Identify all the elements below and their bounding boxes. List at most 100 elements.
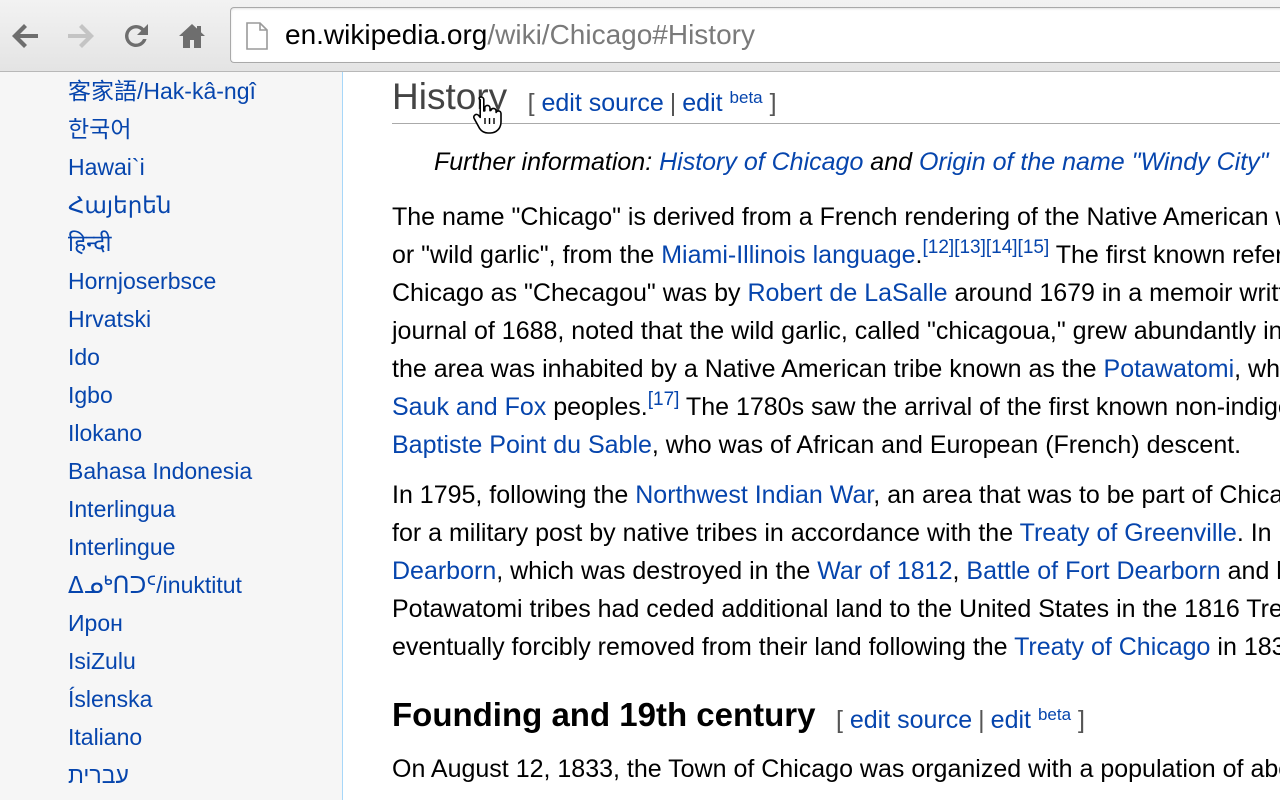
text-line: journal of 1688, noted that the wild gar…	[392, 317, 1280, 345]
text-run: Chicago as "Checagou" was by	[392, 279, 748, 307]
language-link[interactable]: ᐃᓄᒃᑎᑐᑦ/inuktitut	[68, 572, 242, 598]
browser-toolbar: en.wikipedia.org/wiki/Chicago#History	[0, 0, 1280, 72]
further-prefix: Further information:	[434, 148, 660, 176]
bracket-close: ]	[769, 89, 777, 117]
further-information: Further information: History of Chicago …	[434, 148, 1269, 177]
edit-divider: |	[978, 706, 985, 734]
address-bar[interactable]: en.wikipedia.org/wiki/Chicago#History	[230, 7, 1280, 63]
treaty-of-greenville-link[interactable]: Treaty of Greenville	[1020, 519, 1237, 547]
founding-heading-row: Founding and 19th century [ edit source |…	[392, 692, 1085, 743]
language-link[interactable]: हिन्दी	[68, 230, 111, 256]
text-line: In 1795, following the Northwest Indian …	[392, 476, 1280, 514]
url-host: en.wikipedia.org	[285, 19, 488, 50]
language-link[interactable]: Ilokano	[68, 420, 142, 446]
text-line: eventually forcibly removed from their l…	[392, 628, 1280, 666]
edit-link-label: edit	[990, 706, 1031, 734]
language-link[interactable]: Italiano	[68, 724, 142, 750]
text-run: for a military post by native tribes in …	[392, 519, 1020, 547]
text-run: , who was of African and European (Frenc…	[651, 431, 1242, 459]
history-heading-row: History [ edit source | edit beta ]	[392, 72, 1280, 124]
edit-link-label: edit	[682, 89, 723, 117]
battle-of-fort-dearborn-link[interactable]: Battle of Fort Dearborn	[966, 557, 1220, 585]
edit-link[interactable]: edit beta	[990, 705, 1072, 734]
war-of-1812-link[interactable]: War of 1812	[817, 557, 952, 585]
text-run: The first known reference to the site of…	[1055, 241, 1280, 269]
text-run: around 1679 in a memoir written about th…	[954, 279, 1280, 307]
edit-source-link[interactable]: edit source	[850, 706, 972, 734]
url-path: /wiki/Chicago#History	[487, 19, 755, 50]
founding-heading: Founding and 19th century	[392, 696, 816, 733]
page-icon	[246, 22, 268, 50]
language-link[interactable]: Ido	[68, 344, 100, 370]
treaty-of-chicago-link[interactable]: Treaty of Chicago	[1014, 633, 1210, 661]
edit-section-links: [ edit source | edit beta ]	[528, 72, 777, 129]
text-line: or "wild garlic", from the Miami-Illinoi…	[392, 236, 1280, 274]
text-line: Sauk and Fox peoples.[17] The 1780s saw …	[392, 388, 1280, 426]
reload-icon	[125, 24, 148, 47]
text-line: Chicago as "Checagou" was by Robert de L…	[392, 274, 1280, 312]
text-run: The 1780s saw the arrival of the first k…	[685, 393, 1280, 421]
text-run: . In 1803, the United States Army built …	[1236, 519, 1280, 547]
beta-label: beta	[1037, 705, 1072, 724]
text-run: and later rebuilt. The Ottawa, Ojibwe, a…	[1227, 557, 1280, 585]
text-run: ,	[952, 557, 967, 585]
reload-button[interactable]	[114, 14, 158, 58]
text-line: Dearborn, which was destroyed in the War…	[392, 552, 1280, 590]
language-link[interactable]: Bahasa Indonesia	[68, 458, 252, 484]
edit-link[interactable]: edit beta	[682, 88, 763, 117]
text-run: peoples.	[546, 393, 648, 421]
language-link[interactable]: 客家語/Hak-kâ-ngî	[68, 78, 256, 104]
text-line: The name "Chicago" is derived from a Fre…	[392, 203, 1280, 231]
back-arrow-icon	[12, 24, 38, 48]
text-run: , an area that was to be part of Chicago…	[873, 481, 1280, 509]
sauk-and-fox-link[interactable]: Sauk and Fox	[392, 393, 546, 421]
fort-dearborn-link[interactable]: Dearborn	[392, 557, 496, 585]
edit-source-link[interactable]: edit source	[541, 89, 663, 117]
language-link[interactable]: עברית	[68, 762, 129, 788]
beta-label: beta	[729, 88, 763, 107]
reference-link[interactable]: [12][13][14][15]	[922, 237, 1049, 258]
text-line: the area was inhabited by a Native Ameri…	[392, 350, 1280, 388]
language-link[interactable]: Hrvatski	[68, 306, 151, 332]
further-and: and	[863, 148, 919, 176]
text-run: , who had taken the place of the Miami a…	[1234, 355, 1280, 383]
paragraph-1833: On August 12, 1833, the Town of Chicago …	[392, 750, 1280, 788]
language-link[interactable]: Հայերեն	[68, 192, 171, 218]
reference-link[interactable]: [17]	[648, 389, 680, 410]
language-link[interactable]: Hawai`i	[68, 154, 145, 180]
history-heading: History	[392, 76, 508, 117]
text-run: In 1795, following the	[392, 481, 636, 509]
history-of-chicago-link[interactable]: History of Chicago	[659, 148, 863, 176]
back-button[interactable]	[4, 14, 48, 58]
home-icon	[179, 24, 205, 48]
url-text[interactable]: en.wikipedia.org/wiki/Chicago#History	[285, 19, 755, 51]
forward-arrow-icon	[68, 24, 94, 48]
text-run: in 1833.	[1217, 633, 1280, 661]
northwest-indian-war-link[interactable]: Northwest Indian War	[635, 481, 873, 509]
text-line: On August 12, 1833, the Town of Chicago …	[392, 755, 1280, 783]
language-link[interactable]: Igbo	[68, 382, 113, 408]
article-content: History [ edit source | edit beta ] Furthe…	[344, 72, 1280, 800]
edit-divider: |	[669, 89, 677, 117]
potawatomi-link[interactable]: Potawatomi	[1104, 355, 1235, 383]
sidebar: 客家語/Hak-kâ-ngî 한국어 Hawai`i Հայերեն हिन्द…	[0, 72, 343, 800]
home-button[interactable]	[170, 14, 214, 58]
bracket-open: [	[835, 706, 843, 734]
language-link[interactable]: IsiZulu	[68, 648, 136, 674]
text-line: Potawatomi tribes had ceded additional l…	[392, 595, 1280, 623]
forward-button[interactable]	[58, 14, 102, 58]
robert-de-lasalle-link[interactable]: Robert de LaSalle	[747, 279, 947, 307]
windy-city-link[interactable]: Origin of the name "Windy City"	[919, 148, 1269, 176]
language-link[interactable]: Ирон	[68, 610, 123, 636]
text-run: the area was inhabited by a Native Ameri…	[392, 355, 1104, 383]
miami-illinois-link[interactable]: Miami-Illinois language	[661, 241, 915, 269]
language-link[interactable]: 한국어	[68, 116, 131, 142]
edit-section-links: [ edit source | edit beta ]	[836, 692, 1085, 743]
text-run: eventually forcibly removed from their l…	[392, 633, 1015, 661]
language-link[interactable]: Interlingua	[68, 496, 175, 522]
language-link[interactable]: Íslenska	[68, 686, 152, 712]
text-line: for a military post by native tribes in …	[392, 514, 1280, 552]
language-link[interactable]: Interlingue	[68, 534, 175, 560]
point-du-sable-link[interactable]: Baptiste Point du Sable	[392, 431, 652, 459]
language-link[interactable]: Hornjoserbsce	[68, 268, 216, 294]
